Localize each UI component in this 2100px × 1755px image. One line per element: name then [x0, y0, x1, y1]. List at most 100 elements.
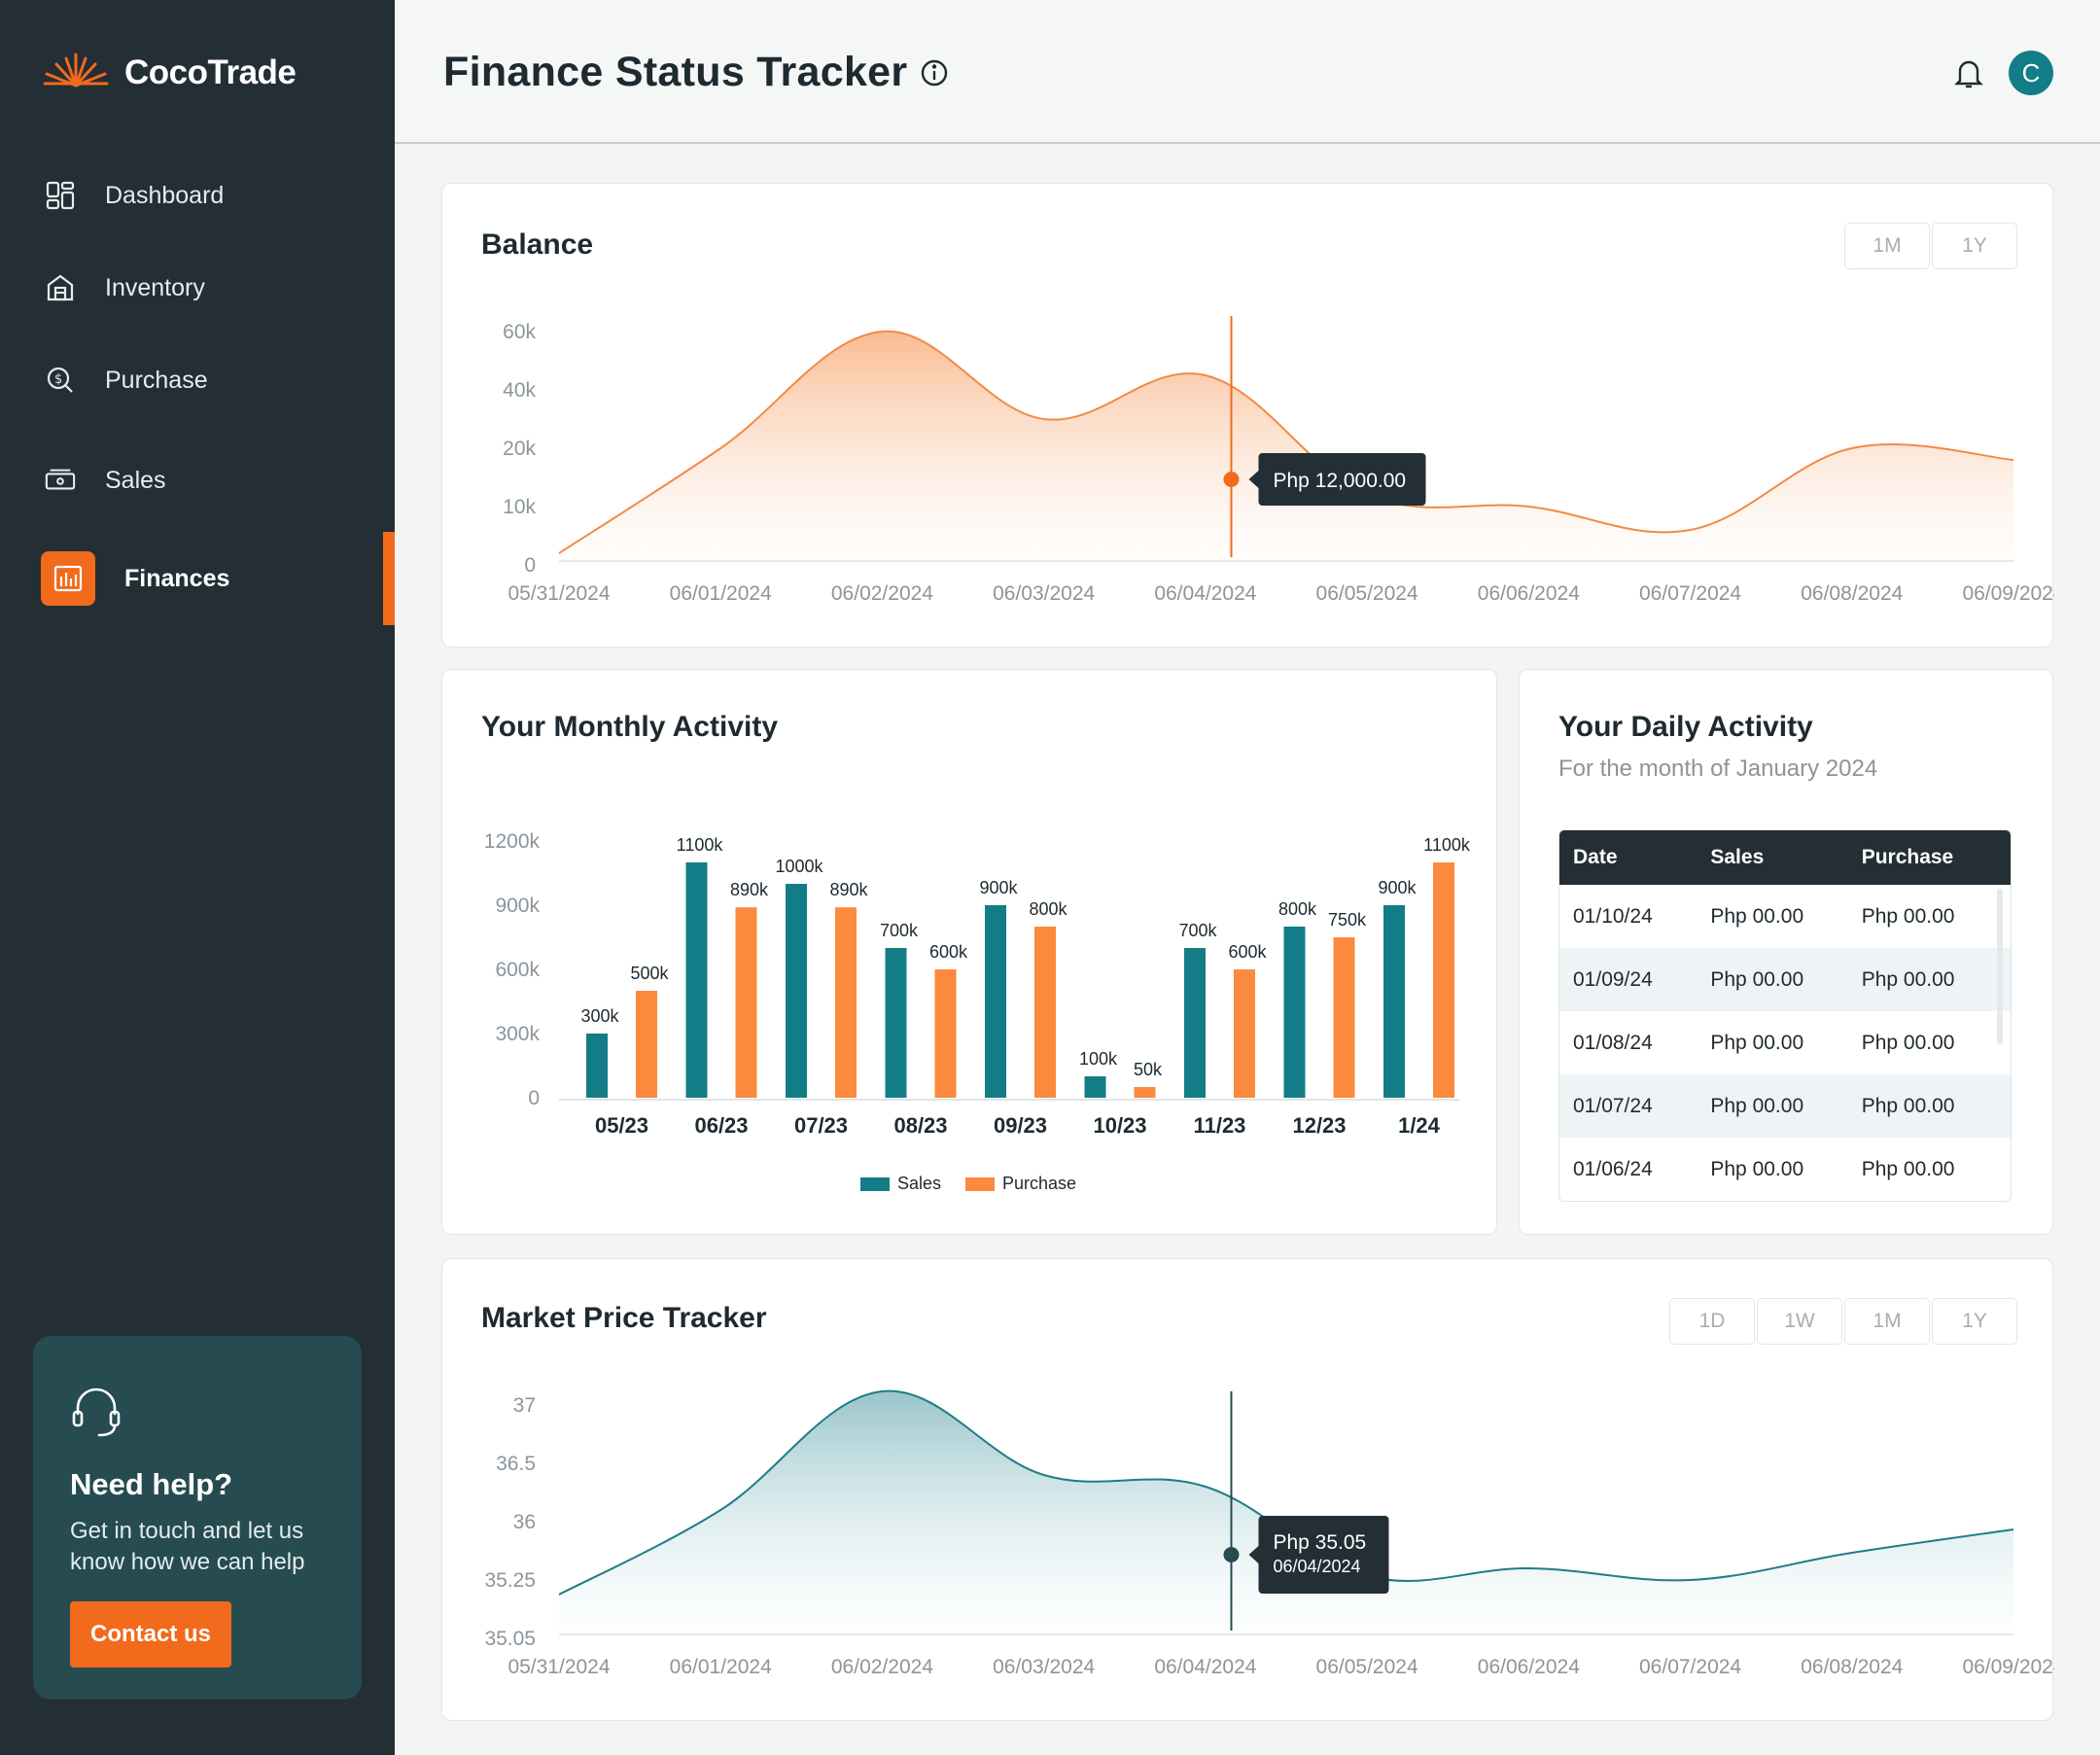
data-label: 890k [829, 880, 868, 899]
coconut-logo-icon [41, 51, 111, 94]
monthly-bar-chart: 1200k 900k 600k 300k 0 300k 500k 05/23 1100k 890k… [484, 830, 1471, 1138]
purchase-swatch [965, 1176, 995, 1191]
sales-bar [685, 862, 708, 1098]
table-scrollbar[interactable] [1997, 889, 2003, 1044]
sidebar-item-sales[interactable]: Sales [0, 434, 395, 527]
area-fill [559, 331, 2013, 561]
sidebar-item-label: Inventory [105, 273, 205, 301]
legend-sales: Sales [860, 1174, 941, 1194]
avatar[interactable]: C [2009, 51, 2053, 95]
x-tick-label: 06/01/2024 [670, 582, 772, 605]
column-header-date[interactable]: Date [1559, 846, 1710, 869]
table-row[interactable]: 01/07/24 Php 00.00 Php 00.00 [1559, 1074, 2011, 1138]
cell-sales: Php 00.00 [1710, 967, 1804, 991]
contact-us-button[interactable]: Contact us [70, 1601, 231, 1667]
cell-sales: Php 00.00 [1710, 1031, 1804, 1054]
sales-bar [1283, 927, 1306, 1098]
x-tick-label: 06/02/2024 [831, 1656, 933, 1678]
x-tick-label: 06/06/2024 [1478, 1656, 1580, 1678]
y-tick-label: 10k [503, 496, 536, 518]
data-label: 300k [580, 1006, 619, 1026]
sidebar-item-label: Purchase [105, 366, 208, 394]
purchase-bar [1333, 937, 1355, 1098]
header: Finance Status Tracker C [395, 0, 2100, 144]
data-label: 600k [929, 942, 968, 962]
purchase-bar [1034, 927, 1056, 1098]
highlight-point [1223, 472, 1240, 487]
sales-bar [586, 1034, 608, 1098]
cell-purchase: Php 00.00 [1861, 1094, 1955, 1117]
y-tick-label: 1200k [484, 830, 541, 853]
cell-date: 01/06/24 [1573, 1157, 1653, 1180]
data-label: 900k [979, 878, 1018, 897]
market-price-card: Market Price Tracker 1D 1W 1M 1Y 37 36.5 3… [441, 1258, 2054, 1721]
purchase-bar [735, 907, 757, 1098]
purchase-bar [1234, 969, 1255, 1098]
warehouse-icon [45, 272, 76, 303]
cell-date: 01/08/24 [1573, 1031, 1653, 1054]
data-label: 890k [730, 880, 769, 899]
cell-purchase: Php 00.00 [1861, 1031, 1955, 1054]
table-row[interactable]: 01/06/24 Php 00.00 Php 00.00 [1559, 1138, 2011, 1201]
y-tick-label: 60k [503, 321, 536, 343]
cell-sales: Php 00.00 [1710, 1157, 1804, 1180]
sales-bar [885, 948, 907, 1098]
help-text: Get in touch and let us know how we can … [70, 1518, 305, 1575]
x-tick-label: 06/08/2024 [1801, 1656, 1903, 1678]
svg-text:$: $ [54, 372, 62, 387]
cell-purchase: Php 00.00 [1861, 1157, 1955, 1180]
y-tick-label: 0 [524, 554, 536, 577]
cell-date: 01/10/24 [1573, 904, 1653, 928]
area-fill [559, 1390, 2013, 1634]
y-tick-label: 36 [513, 1511, 536, 1533]
sales-bar [1383, 905, 1405, 1098]
sidebar-item-dashboard[interactable]: Dashboard [0, 149, 395, 242]
x-tick-label: 06/04/2024 [1154, 582, 1256, 605]
monthly-activity-card: Your Monthly Activity 1200k 900k 600k 300k 0… [441, 669, 1497, 1235]
sidebar: CocoTrade Dashboard Inventory $ Purchase [0, 0, 395, 1755]
info-icon[interactable] [920, 58, 949, 92]
cell-sales: Php 00.00 [1710, 1094, 1804, 1117]
table-row[interactable]: 01/09/24 Php 00.00 Php 00.00 [1559, 948, 2011, 1011]
tooltip-value: Php 12,000.00 [1273, 470, 1406, 492]
active-indicator [383, 532, 395, 625]
brand[interactable]: CocoTrade [41, 51, 297, 94]
data-label: 800k [1278, 899, 1317, 919]
market-price-chart: 37 36.5 36 35.25 35.05 05/31/2024 06/01/2024 06… [484, 1389, 2054, 1678]
x-tick-label: 06/03/2024 [993, 1656, 1095, 1678]
purchase-bar [636, 991, 657, 1098]
cell-date: 01/09/24 [1573, 967, 1653, 991]
y-tick-label: 20k [503, 438, 536, 460]
y-tick-label: 600k [495, 959, 540, 981]
column-header-purchase[interactable]: Purchase [1862, 846, 2011, 869]
balance-chart: 60k 40k 20k 10k 0 05/31/2024 06/01/2024 06/02/2… [503, 316, 2054, 605]
table-row[interactable]: 01/10/24 Php 00.00 Php 00.00 [1559, 885, 2011, 948]
sidebar-item-label: Sales [105, 466, 166, 494]
cell-purchase: Php 00.00 [1861, 904, 1955, 928]
category-label: 10/23 [1093, 1113, 1146, 1138]
x-tick-label: 05/31/2024 [508, 582, 610, 605]
sidebar-item-inventory[interactable]: Inventory [0, 241, 395, 334]
category-label: 08/23 [893, 1113, 947, 1138]
y-tick-label: 35.25 [484, 1569, 536, 1592]
column-header-sales[interactable]: Sales [1710, 846, 1861, 869]
sales-bar [1084, 1076, 1106, 1098]
x-tick-label: 06/08/2024 [1801, 582, 1903, 605]
data-label: 600k [1228, 942, 1267, 962]
data-label: 500k [630, 964, 669, 983]
category-label: 12/23 [1292, 1113, 1346, 1138]
highlight-point [1223, 1547, 1240, 1562]
table-row[interactable]: 01/08/24 Php 00.00 Php 00.00 [1559, 1011, 2011, 1074]
legend-sales-label: Sales [897, 1174, 942, 1193]
data-label: 1100k [1423, 835, 1471, 855]
x-tick-label: 06/09/2024 [1962, 1656, 2054, 1678]
purchase-bar [1433, 862, 1454, 1098]
x-tick-label: 05/31/2024 [508, 1656, 610, 1678]
category-label: 06/23 [694, 1113, 748, 1138]
sidebar-item-purchase[interactable]: $ Purchase [0, 333, 395, 427]
daily-table: Date Sales Purchase 01/10/24 Php 00.00 P… [1558, 829, 2012, 1202]
bell-icon[interactable] [1954, 56, 1983, 94]
category-label: 09/23 [994, 1113, 1047, 1138]
sidebar-item-finances[interactable]: Finances [0, 532, 395, 625]
y-tick-label: 35.05 [484, 1628, 536, 1650]
